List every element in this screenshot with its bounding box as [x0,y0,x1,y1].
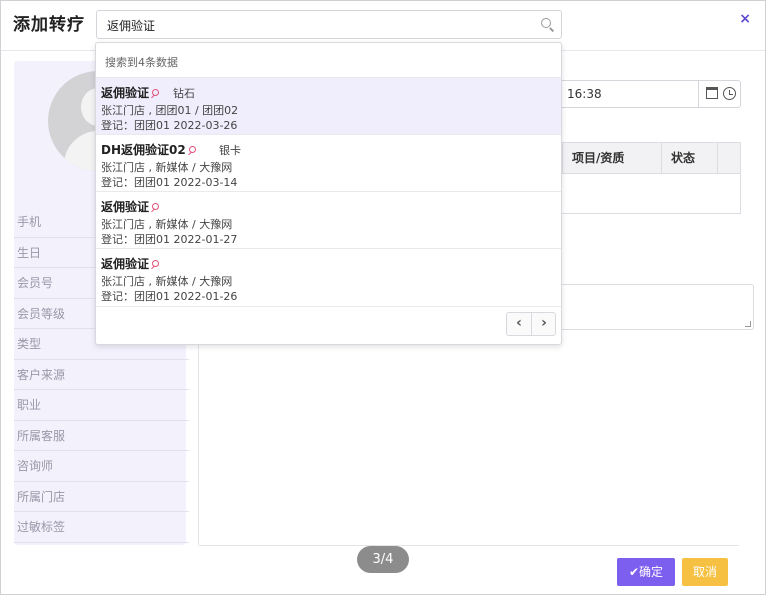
result-register-info: 登记：团团01 2022-01-26 [101,290,238,303]
result-item[interactable]: DH返佣验证02 银卡 张江门店 , 新媒体 / 大豫网 登记：团团01 202… [96,134,561,191]
search-input[interactable]: 返佣验证 [96,10,562,39]
result-count: 搜索到4条数据 [105,56,178,69]
next-page-button[interactable]: › [532,313,556,335]
result-name-text: 返佣验证 [101,200,150,214]
clock-icon[interactable] [723,87,736,100]
result-level: 银卡 [219,144,241,157]
remark-textarea[interactable] [556,284,754,330]
result-name-text: 返佣验证 [101,257,150,271]
dropdown-footer-divider [96,306,561,307]
result-register-info: 登记：团团01 2022-03-26 [101,119,238,132]
page-indicator: 3/4 [357,546,409,573]
result-store-info: 张江门店 , 新媒体 / 大豫网 [101,161,233,174]
datetime-value: 16:38 [567,87,602,101]
search-results-dropdown: 搜索到4条数据 返佣验证 钻石 张江门店 , 团团01 / 团团02 登记：团团… [95,42,562,345]
cancel-button[interactable]: 取消 [682,558,728,586]
result-name-text: DH返佣验证02 [101,143,186,157]
search-match-icon [152,260,160,267]
calendar-icon[interactable] [706,87,718,99]
result-name: 返佣验证 [101,84,160,101]
search-icon[interactable] [541,18,551,28]
prev-page-button[interactable]: ‹ [507,313,531,335]
datetime-separator [698,81,699,107]
field-consultant: 咨询师 [14,451,189,482]
th-item: 项目/资质 [572,151,625,165]
result-store-info: 张江门店 , 新媒体 / 大豫网 [101,218,233,231]
field-occupation: 职业 [14,390,189,421]
datetime-input[interactable]: 16:38 [556,80,741,108]
result-item[interactable]: 返佣验证 张江门店 , 新媒体 / 大豫网 登记：团团01 2022-01-26 [96,248,561,305]
field-source: 客户来源 [14,360,189,390]
result-register-info: 登记：团团01 2022-01-27 [101,233,238,246]
field-store: 所属门店 [14,482,189,512]
result-level: 钻石 [173,87,195,100]
result-name: 返佣验证 [101,198,160,215]
th-status: 状态 [671,151,696,165]
resize-grip-icon[interactable] [745,321,751,327]
search-value: 返佣验证 [107,19,156,33]
result-item[interactable]: 返佣验证 钻石 张江门店 , 团团01 / 团团02 登记：团团01 2022-… [96,77,561,134]
transfer-dialog: 添加转疗 × 手机 生日 会员号 会员等级 类型 客户来源 职业 所属客服 咨询… [0,0,766,595]
items-table: 项目/资质 状态 [556,142,741,214]
footer-divider [199,545,739,546]
close-icon[interactable]: × [739,11,751,27]
search-match-icon [152,89,160,96]
search-match-icon [188,146,196,153]
dropdown-pager: ‹ › [506,312,556,336]
result-register-info: 登记：团团01 2022-03-14 [101,176,238,189]
result-name: DH返佣验证02 [101,141,196,158]
result-item[interactable]: 返佣验证 张江门店 , 新媒体 / 大豫网 登记：团团01 2022-01-27 [96,191,561,248]
result-store-info: 张江门店 , 团团01 / 团团02 [101,104,239,117]
dialog-title: 添加转疗 [13,15,85,35]
result-name: 返佣验证 [101,255,160,272]
table-col-sep [562,143,563,174]
table-col-sep [661,143,662,174]
table-header: 项目/资质 状态 [557,143,740,174]
search-match-icon [152,203,160,210]
result-store-info: 张江门店 , 新媒体 / 大豫网 [101,275,233,288]
confirm-button[interactable]: ✔确定 [617,558,675,586]
field-service: 所属客服 [14,421,189,451]
table-col-sep [717,143,718,174]
result-name-text: 返佣验证 [101,86,150,100]
field-allergy-tags: 过敏标签 [14,512,189,543]
